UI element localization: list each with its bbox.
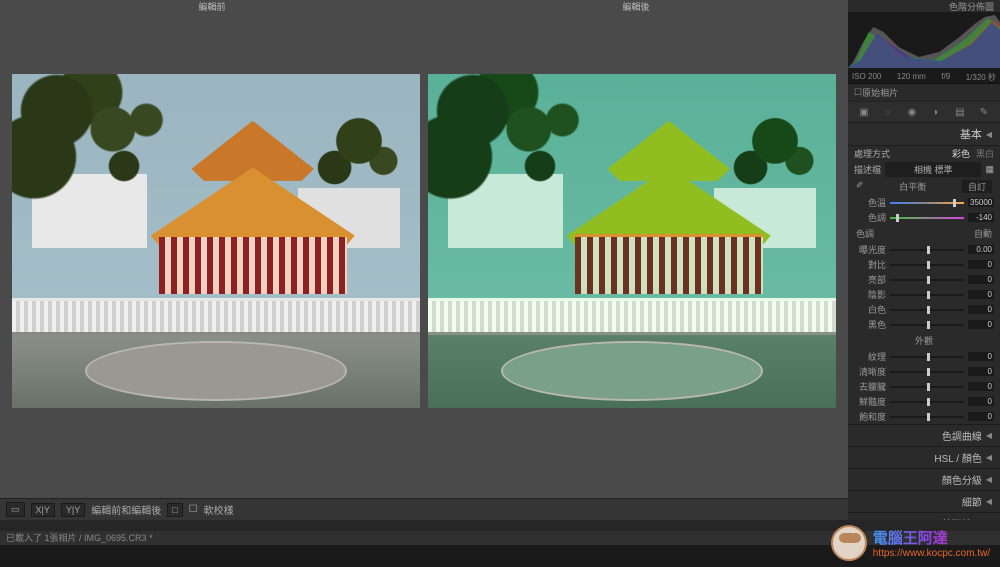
tone-label: 色調 xyxy=(856,227,874,240)
presence-label: 外觀 xyxy=(915,334,933,347)
hist-focal: 120 mm xyxy=(897,72,926,83)
tone-1-label: 對比 xyxy=(854,258,886,271)
tool-strip: ▣ ◌ ◉ ◗ ▤ ✎ xyxy=(848,102,1000,123)
tone-2-label: 亮部 xyxy=(854,273,886,286)
wb-label: 白平衡 xyxy=(899,180,926,193)
treatment-bw[interactable]: 黑白 xyxy=(976,147,994,160)
brush-tool-icon[interactable]: ✎ xyxy=(975,105,993,119)
tone-3-label: 陰影 xyxy=(854,288,886,301)
basic-panel-header[interactable]: 基本◀ xyxy=(848,123,1000,146)
image-viewer: 編輯前 編輯後 ▭ xyxy=(0,0,848,520)
tone-1-value[interactable]: 0 xyxy=(968,260,994,269)
fit-button[interactable]: □ xyxy=(167,503,182,517)
develop-panel: 色階分佈圖 ISO 200 120 mm f/9 1/320 秒 ☐ 原始相片 … xyxy=(848,0,1000,520)
softproof-label: 軟校樣 xyxy=(204,502,234,517)
auto-tone-button[interactable]: 自動 xyxy=(974,227,992,240)
before-image[interactable] xyxy=(12,74,420,408)
tone-4-label: 白色 xyxy=(854,303,886,316)
tint-value[interactable]: -140 xyxy=(968,213,994,222)
panel-header[interactable]: 細節◀ xyxy=(848,490,1000,512)
compare-yy-button[interactable]: Y|Y xyxy=(61,503,85,517)
presence-0-value[interactable]: 0 xyxy=(968,352,994,361)
tone-0-slider[interactable] xyxy=(890,245,964,255)
redeye-tool-icon[interactable]: ◉ xyxy=(903,105,921,119)
after-label: 編輯後 xyxy=(424,0,848,14)
presence-3-label: 鮮豔度 xyxy=(854,395,886,408)
hist-aperture: f/9 xyxy=(941,72,950,83)
crop-tool-icon[interactable]: ▣ xyxy=(855,105,873,119)
treatment-label: 處理方式 xyxy=(854,147,948,160)
histogram-title: 色階分佈圖 xyxy=(848,0,1000,12)
status-filename: IMG_0695.CR3 xyxy=(84,533,147,543)
profile-dropdown[interactable]: 相機 標準 xyxy=(885,162,981,177)
wb-dropdown[interactable]: 自訂 xyxy=(962,180,992,193)
presence-4-slider[interactable] xyxy=(890,412,964,422)
presence-0-slider[interactable] xyxy=(890,352,964,362)
watermark: 電腦王阿達 https://www.kocpc.com.tw/ xyxy=(831,525,990,561)
temp-slider[interactable] xyxy=(890,198,964,208)
histogram[interactable]: ISO 200 120 mm f/9 1/320 秒 xyxy=(848,12,1000,84)
tint-label: 色調 xyxy=(854,211,886,224)
tone-0-value[interactable]: 0.00 xyxy=(968,245,994,254)
tone-3-value[interactable]: 0 xyxy=(968,290,994,299)
tone-5-label: 黑色 xyxy=(854,318,886,331)
gradient-tool-icon[interactable]: ▤ xyxy=(951,105,969,119)
eyedropper-icon[interactable]: ✐ xyxy=(856,180,864,193)
panel-header[interactable]: 鏡頭校正◀ xyxy=(848,512,1000,520)
mask-tool-icon[interactable]: ◗ xyxy=(927,105,945,119)
watermark-face-icon xyxy=(831,525,867,561)
tone-3-slider[interactable] xyxy=(890,290,964,300)
tone-4-slider[interactable] xyxy=(890,305,964,315)
presence-4-label: 飽和度 xyxy=(854,410,886,423)
loupe-view-button[interactable]: ▭ xyxy=(6,502,25,517)
profile-label: 描述檔 xyxy=(854,163,881,176)
presence-1-label: 清晰度 xyxy=(854,365,886,378)
before-label: 編輯前 xyxy=(0,0,424,14)
spot-tool-icon[interactable]: ◌ xyxy=(879,105,897,119)
tone-5-value[interactable]: 0 xyxy=(968,320,994,329)
panel-header[interactable]: HSL / 顏色◀ xyxy=(848,446,1000,468)
panel-header[interactable]: 色調曲線◀ xyxy=(848,424,1000,446)
treatment-color[interactable]: 彩色 xyxy=(952,147,970,160)
temp-value[interactable]: 35000 xyxy=(968,198,994,207)
presence-0-label: 紋理 xyxy=(854,350,886,363)
presence-2-value[interactable]: 0 xyxy=(968,382,994,391)
original-photo-label: 原始相片 xyxy=(862,86,898,99)
panel-header[interactable]: 顏色分級◀ xyxy=(848,468,1000,490)
presence-1-value[interactable]: 0 xyxy=(968,367,994,376)
presence-1-slider[interactable] xyxy=(890,367,964,377)
tone-4-value[interactable]: 0 xyxy=(968,305,994,314)
tone-2-slider[interactable] xyxy=(890,275,964,285)
watermark-url: https://www.kocpc.com.tw/ xyxy=(873,548,990,559)
original-photo-checkbox[interactable]: ☐ xyxy=(854,87,862,98)
tone-5-slider[interactable] xyxy=(890,320,964,330)
hist-iso: ISO 200 xyxy=(852,72,881,83)
presence-4-value[interactable]: 0 xyxy=(968,412,994,421)
hist-shutter: 1/320 秒 xyxy=(966,72,996,83)
compare-xy-button[interactable]: X|Y xyxy=(31,503,55,517)
after-image[interactable] xyxy=(428,74,836,408)
compare-label: 編輯前和編輯後 xyxy=(91,502,161,517)
temp-label: 色溫 xyxy=(854,196,886,209)
presence-3-slider[interactable] xyxy=(890,397,964,407)
watermark-title: 電腦王阿達 xyxy=(873,527,990,548)
tone-2-value[interactable]: 0 xyxy=(968,275,994,284)
presence-3-value[interactable]: 0 xyxy=(968,397,994,406)
tone-1-slider[interactable] xyxy=(890,260,964,270)
presence-2-label: 去朦朧 xyxy=(854,380,886,393)
status-loaded: 已載入了 1張相片 xyxy=(6,533,77,543)
tint-slider[interactable] xyxy=(890,213,964,223)
profile-browse-icon[interactable]: ▦ xyxy=(985,164,994,175)
tone-0-label: 曝光度 xyxy=(854,243,886,256)
presence-2-slider[interactable] xyxy=(890,382,964,392)
view-toolbar: ▭ X|Y Y|Y 編輯前和編輯後 □ ☐ 軟校樣 xyxy=(0,498,848,520)
softproof-checkbox[interactable]: ☐ xyxy=(189,504,198,515)
